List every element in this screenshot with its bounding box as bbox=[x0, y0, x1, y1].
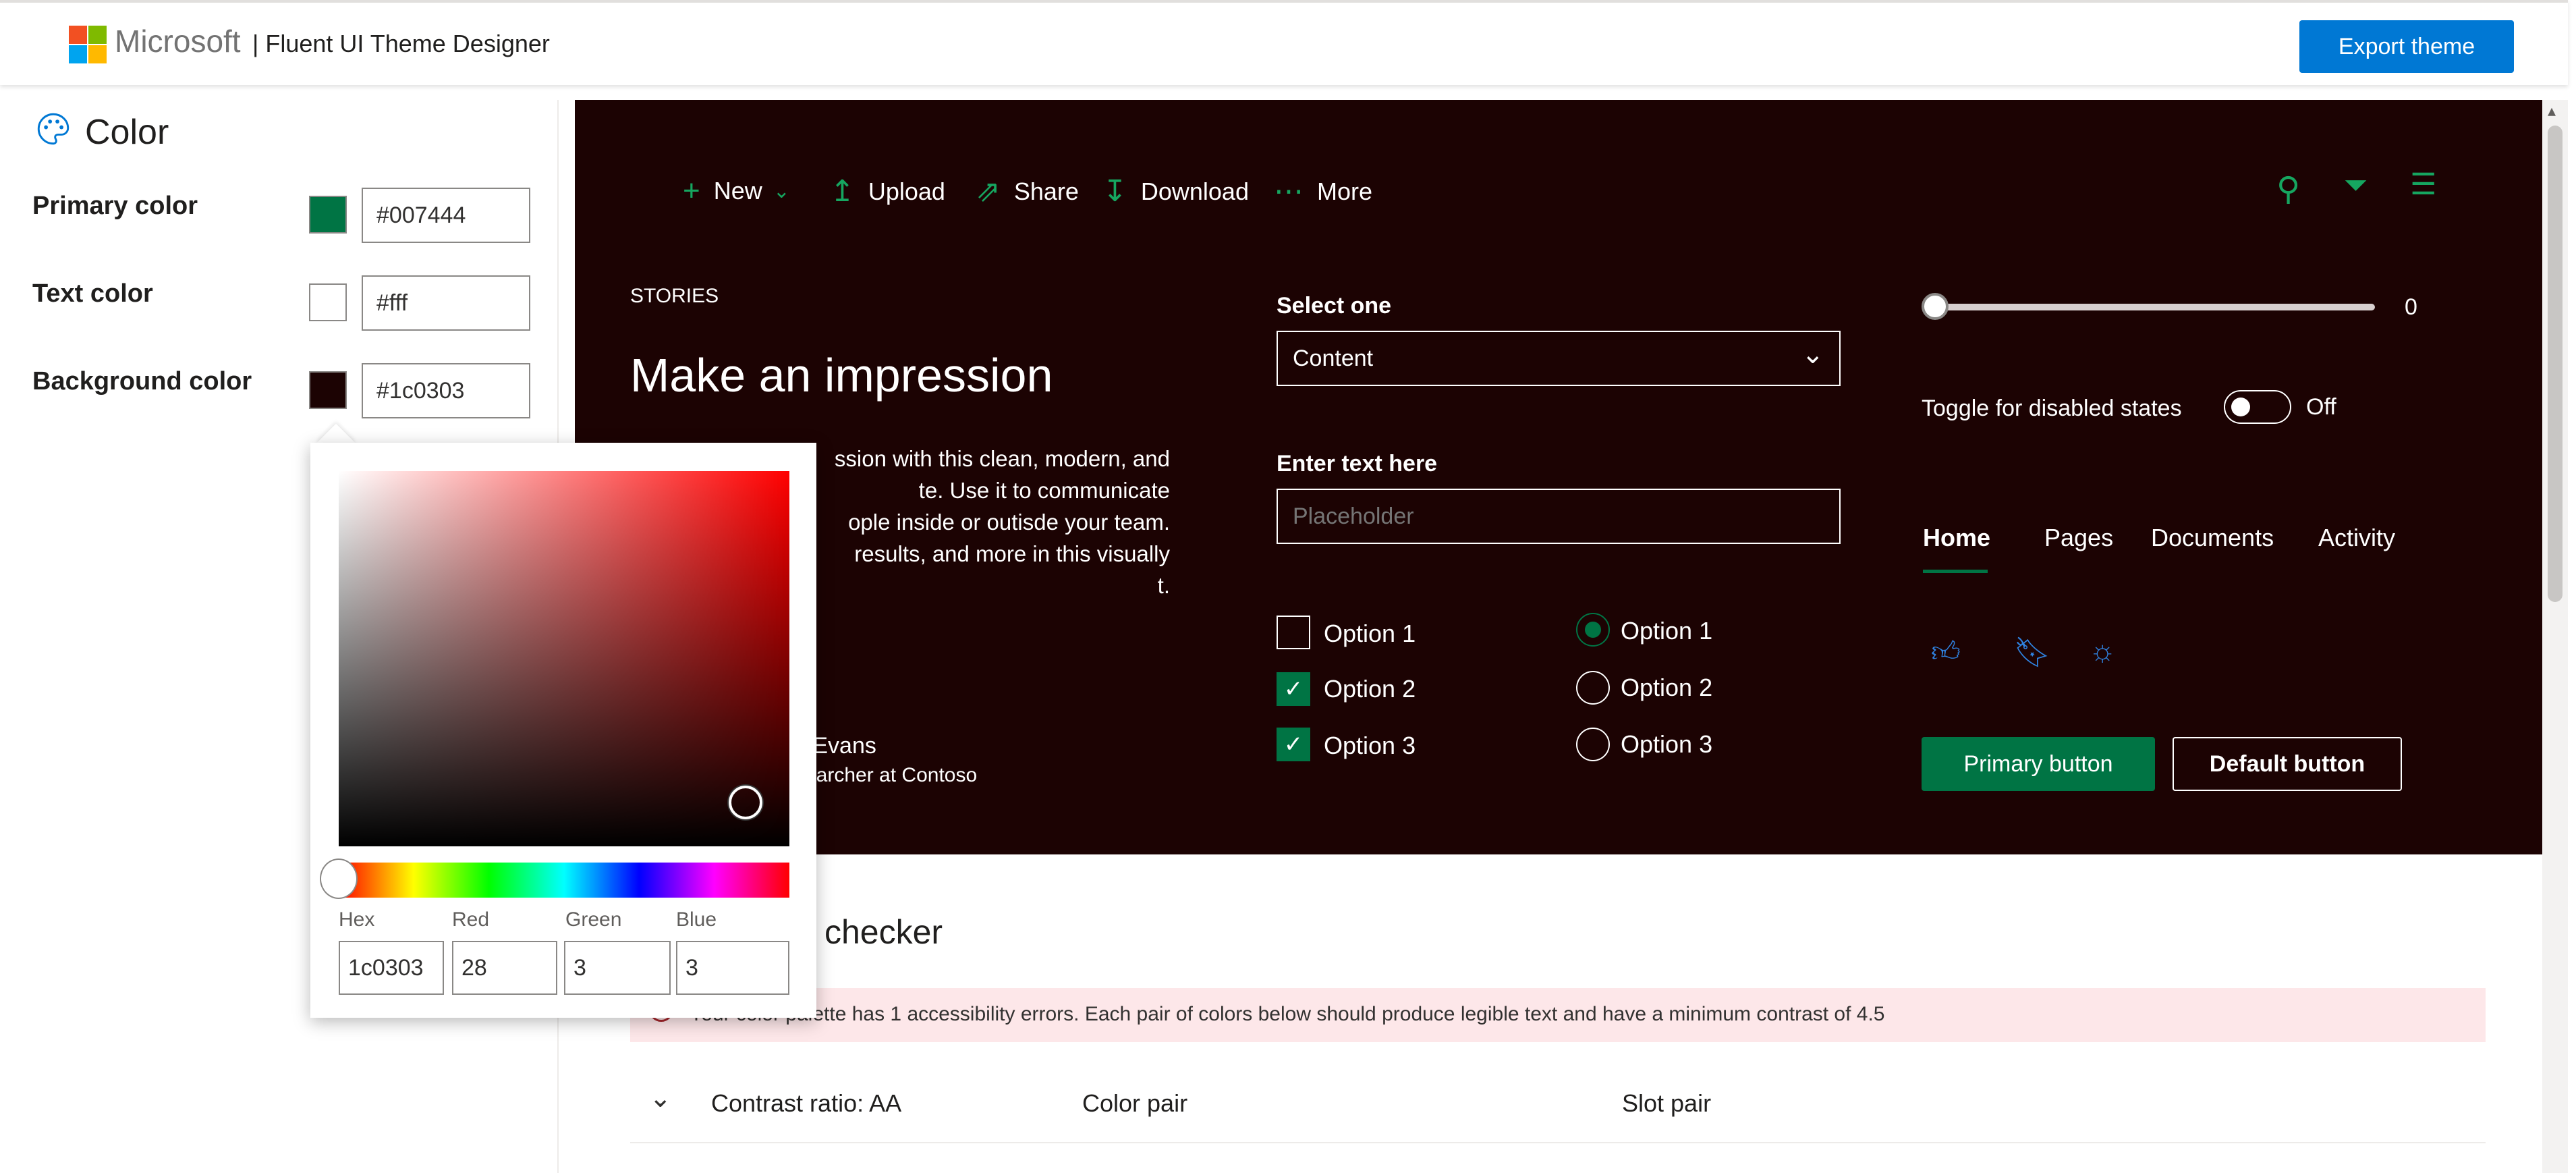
primary-color-swatch[interactable] bbox=[309, 196, 347, 234]
download-icon: ↧ bbox=[1102, 175, 1127, 208]
green-input[interactable] bbox=[564, 941, 671, 995]
disabled-states-toggle[interactable] bbox=[2224, 390, 2291, 424]
slider-thumb[interactable] bbox=[1922, 293, 1949, 320]
primary-color-input[interactable] bbox=[362, 188, 530, 243]
checkbox-label: Option 3 bbox=[1324, 732, 1416, 759]
primary-button[interactable]: Primary button bbox=[1922, 737, 2155, 791]
like-icon[interactable]: 👍︎ bbox=[1931, 636, 1961, 670]
hue-slider[interactable] bbox=[339, 863, 789, 898]
brightness-icon[interactable]: ☼ bbox=[2089, 634, 2116, 668]
radio-label: Option 2 bbox=[1621, 674, 1713, 701]
command-more[interactable]: ⋯ More bbox=[1274, 174, 1372, 209]
checker-title: checker bbox=[824, 913, 943, 951]
background-color-input[interactable] bbox=[362, 363, 530, 418]
top-header: Microsoft | Fluent UI Theme Designer Exp… bbox=[0, 0, 2568, 85]
red-input[interactable] bbox=[452, 941, 557, 995]
checkbox-label: Option 1 bbox=[1324, 620, 1416, 647]
slider-track[interactable] bbox=[1923, 304, 2375, 310]
bookmark-icon[interactable]: 🔖︎ bbox=[2013, 634, 2051, 670]
toggle-label: Toggle for disabled states bbox=[1922, 395, 2182, 421]
column-slot-pair: Slot pair bbox=[1622, 1089, 1712, 1117]
filter-icon[interactable]: ⏷ bbox=[2344, 169, 2368, 202]
slider-value: 0 bbox=[2405, 294, 2417, 320]
default-button[interactable]: Default button bbox=[2173, 737, 2402, 791]
background-color-label: Background color bbox=[32, 367, 252, 395]
theme-preview-panel: + New ⌄ ↥ Upload ⇗ Share ↧ Download ⋯ Mo… bbox=[575, 100, 2542, 854]
menu-icon[interactable]: ☰ bbox=[2410, 167, 2436, 202]
color-picker-callout: Hex Red Green Blue bbox=[310, 443, 816, 1018]
checkbox-option-1[interactable] bbox=[1277, 616, 1310, 649]
tab-documents[interactable]: Documents bbox=[2151, 524, 2274, 552]
text-field[interactable] bbox=[1277, 489, 1841, 544]
background-color-swatch[interactable] bbox=[309, 371, 347, 409]
checkbox-option-2[interactable]: ✓ bbox=[1277, 672, 1310, 706]
blue-label: Blue bbox=[676, 908, 717, 931]
tab-home[interactable]: Home bbox=[1923, 524, 1990, 552]
search-icon[interactable]: ⚲ bbox=[2276, 170, 2300, 208]
sidebar-title: Color bbox=[85, 113, 169, 152]
table-divider bbox=[630, 1142, 2486, 1143]
hex-label: Hex bbox=[339, 908, 375, 931]
chevron-down-icon[interactable]: ⌄ bbox=[649, 1083, 672, 1114]
checkbox-label: Option 2 bbox=[1324, 675, 1416, 703]
text-color-label: Text color bbox=[32, 279, 153, 308]
share-icon: ⇗ bbox=[976, 175, 1001, 208]
stories-label: STORIES bbox=[630, 285, 719, 307]
palette-icon bbox=[37, 113, 69, 145]
upload-icon: ↥ bbox=[830, 175, 855, 208]
product-title: | Fluent UI Theme Designer bbox=[252, 30, 550, 57]
green-label: Green bbox=[565, 908, 622, 931]
text-color-swatch[interactable] bbox=[309, 283, 347, 321]
toggle-state: Off bbox=[2306, 394, 2336, 420]
select-label: Select one bbox=[1277, 293, 1392, 319]
export-theme-button[interactable]: Export theme bbox=[2299, 20, 2514, 73]
text-field-label: Enter text here bbox=[1277, 451, 1438, 476]
saturation-thumb[interactable] bbox=[729, 786, 762, 819]
content-dropdown[interactable]: Content ⌄ bbox=[1277, 331, 1841, 386]
story-heading: Make an impression bbox=[630, 349, 1053, 402]
tab-activity[interactable]: Activity bbox=[2318, 524, 2395, 552]
saturation-value-square[interactable] bbox=[339, 471, 789, 846]
text-color-input[interactable] bbox=[362, 275, 530, 331]
hue-thumb[interactable] bbox=[320, 858, 358, 899]
command-new[interactable]: + New ⌄ bbox=[683, 174, 804, 208]
radio-label: Option 1 bbox=[1621, 617, 1713, 645]
tab-pages[interactable]: Pages bbox=[2044, 524, 2113, 552]
red-label: Red bbox=[452, 908, 490, 931]
scroll-up-icon[interactable]: ▴ bbox=[2548, 101, 2556, 121]
checkbox-option-3[interactable]: ✓ bbox=[1277, 728, 1310, 761]
brand-name: Microsoft bbox=[115, 24, 241, 59]
command-download[interactable]: ↧ Download bbox=[1102, 174, 1249, 209]
blue-input[interactable] bbox=[676, 941, 789, 995]
tab-home-underline bbox=[1923, 570, 1988, 573]
column-color-pair: Color pair bbox=[1082, 1089, 1188, 1117]
more-icon: ⋯ bbox=[1274, 175, 1304, 208]
chevron-down-icon: ⌄ bbox=[1801, 339, 1824, 369]
radio-option-3[interactable] bbox=[1576, 728, 1610, 761]
hex-input[interactable] bbox=[339, 941, 444, 995]
primary-color-label: Primary color bbox=[32, 192, 198, 220]
command-share[interactable]: ⇗ Share bbox=[976, 174, 1079, 209]
column-contrast-ratio: Contrast ratio: AA bbox=[711, 1089, 902, 1117]
command-upload[interactable]: ↥ Upload bbox=[830, 174, 945, 209]
scrollbar-thumb[interactable] bbox=[2548, 126, 2563, 602]
toggle-knob bbox=[2231, 398, 2250, 416]
radio-label: Option 3 bbox=[1621, 730, 1713, 758]
add-icon: + bbox=[683, 174, 700, 207]
radio-option-2[interactable] bbox=[1576, 671, 1610, 705]
chevron-down-icon: ⌄ bbox=[773, 180, 790, 202]
radio-option-1[interactable] bbox=[1576, 613, 1610, 647]
error-message: Your color palette has 1 accessibility e… bbox=[690, 1003, 1885, 1025]
microsoft-logo-icon bbox=[69, 26, 107, 63]
author-role: searcher at Contoso bbox=[795, 764, 978, 786]
